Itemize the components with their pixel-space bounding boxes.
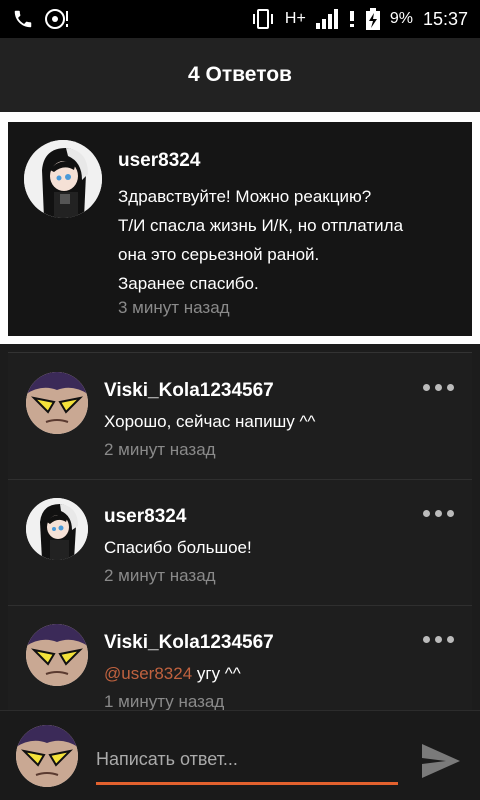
post-text-line: Здравствуйте! Можно реакцию? [118,187,372,206]
avatar[interactable] [26,498,88,560]
page-title: 4 Ответов [0,38,480,112]
send-icon[interactable] [418,741,464,781]
reply-time: 2 минут назад [104,440,216,459]
clock: 15:37 [422,8,468,29]
more-options-icon[interactable] [423,384,454,391]
battery-percent: 9% [389,10,413,27]
avatar[interactable] [26,624,88,686]
phone-call-icon [12,7,34,31]
reply-author[interactable]: user8324 [104,506,458,528]
reply-author[interactable]: Viski_Kola1234567 [104,632,458,654]
more-options-icon[interactable] [423,636,454,643]
reply-time: 2 минут назад [104,566,216,585]
reply-item: user8324 Спасибо большое! 2 минут назад [8,480,472,606]
reply-text: Спасибо большое! [104,538,458,558]
post-time: 3 минут назад [118,298,230,317]
divider [8,352,472,353]
avatar[interactable] [24,140,102,218]
reply-message: Спасибо большое! [104,538,252,557]
compose-bar [0,710,480,800]
media-notification-icon [44,7,70,31]
reply-time: 1 минуту назад [104,692,225,710]
network-type: H+ [284,10,306,27]
reply-item: Viski_Kola1234567 Хорошо, сейчас напишу … [8,354,472,480]
reply-message: угу ^^ [192,664,241,683]
vibrate-icon [251,7,275,31]
battery-charging-icon [365,7,380,31]
reply-item: Viski_Kola1234567 @user8324 угу ^^ 1 мин… [8,606,472,710]
post-text-line: Т/И спасла жизнь И/К, но отплатила [118,216,404,235]
post-text-line: Заранее спасибо. [118,274,259,293]
reply-message: Хорошо, сейчас напишу ^^ [104,412,316,431]
reply-input[interactable] [96,733,398,785]
original-post-container: user8324 Здравствуйте! Можно реакцию? Т/… [0,112,480,344]
mention-link[interactable]: @user8324 [104,664,192,683]
reply-text: @user8324 угу ^^ [104,664,458,684]
reply-author[interactable]: Viski_Kola1234567 [104,380,458,402]
original-post: user8324 Здравствуйте! Можно реакцию? Т/… [8,122,472,336]
status-bar: H+ 9% 15:37 [0,0,480,38]
post-text-line: она это серьезной раной. [118,245,320,264]
reply-text: Хорошо, сейчас напишу ^^ [104,412,458,432]
sim-icon [348,7,356,31]
signal-icon [315,7,338,31]
post-author[interactable]: user8324 [118,150,456,172]
avatar[interactable] [26,372,88,434]
replies-list[interactable]: Viski_Kola1234567 Хорошо, сейчас напишу … [8,352,472,710]
post-text: Здравствуйте! Можно реакцию? Т/И спасла … [118,182,456,298]
avatar [16,725,78,787]
more-options-icon[interactable] [423,510,454,517]
